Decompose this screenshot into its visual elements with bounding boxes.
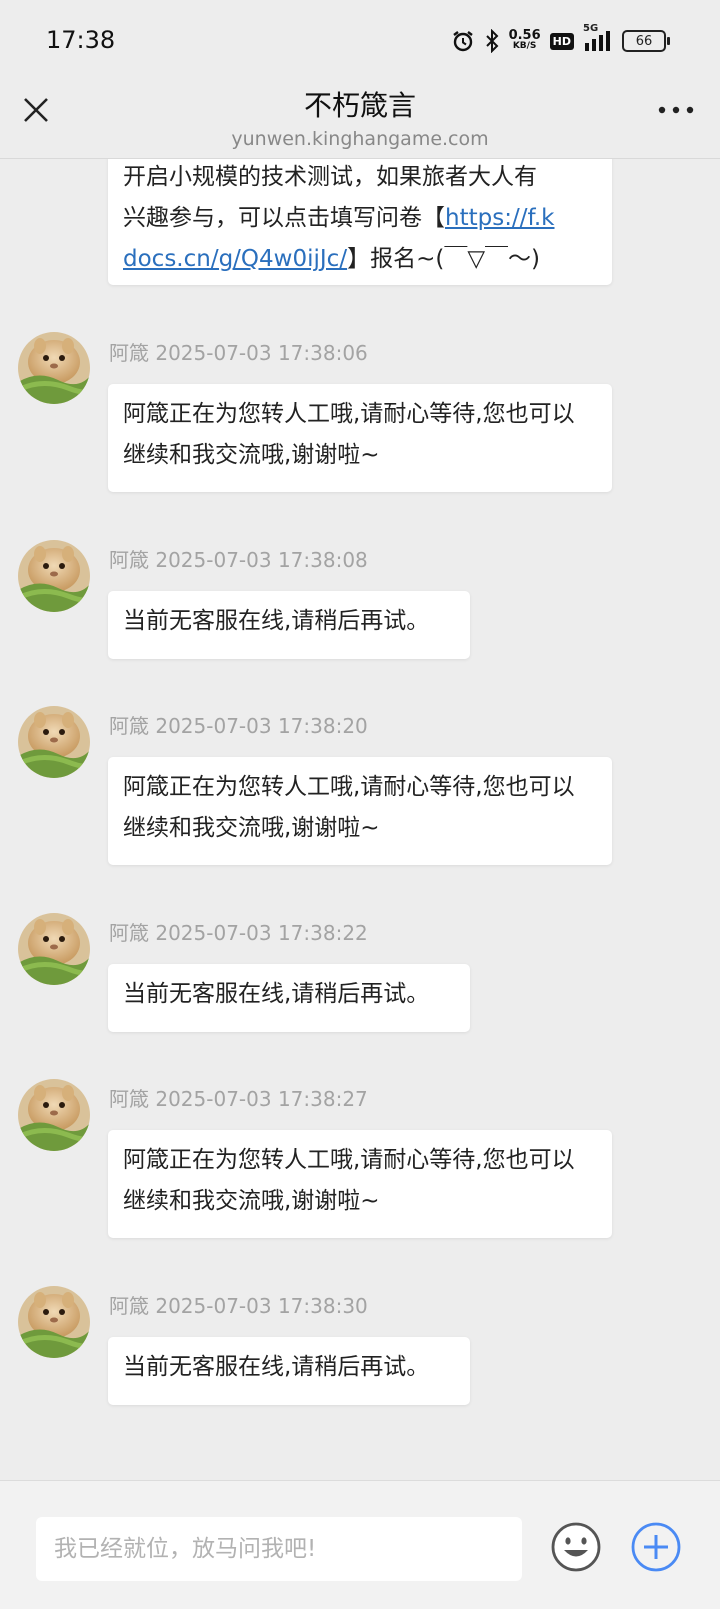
message-timestamp: 2025-07-03 17:38:08 [155, 548, 368, 572]
page-title: 不朽箴言 [303, 89, 416, 122]
status-icons: 0.56 KB/S HD 5G 66 [451, 23, 670, 56]
sender-name: 阿箴 [109, 921, 149, 945]
message-timestamp: 2025-07-03 17:38:27 [155, 1087, 368, 1111]
avatar[interactable] [18, 540, 90, 612]
message-timestamp: 2025-07-03 17:38:22 [155, 921, 368, 945]
bluetooth-icon [484, 29, 500, 53]
sender-name: 阿箴 [109, 548, 149, 572]
message-line: docs.cn/g/Q4w0ijJc/】报名~(￣▽￣～) [123, 239, 596, 280]
survey-link-continued[interactable]: docs.cn/g/Q4w0ijJc/ [123, 246, 347, 272]
network-label: 5G [583, 23, 599, 34]
net-speed-unit: KB/S [512, 41, 537, 51]
message-timestamp: 2025-07-03 17:38:20 [155, 714, 368, 738]
message-text: 阿箴正在为您转人工哦,请耐心等待,您也可以继续和我交流哦,谢谢啦~ [123, 774, 575, 841]
hd-label: HD [552, 34, 571, 48]
message-text: 当前无客服在线,请稍后再试。 [123, 1354, 430, 1380]
avatar[interactable] [18, 706, 90, 778]
message-meta: 阿箴 2025-07-03 17:38:06 [109, 337, 368, 366]
status-time: 17:38 [46, 26, 116, 54]
message-line: 开启小规模的技术测试，如果旅者大人有 [123, 164, 537, 190]
message-bubble: 阿箴正在为您转人工哦,请耐心等待,您也可以继续和我交流哦,谢谢啦~ [108, 384, 612, 492]
header: 不朽箴言 yunwen.kinghangame.com [0, 82, 720, 159]
message-meta: 阿箴 2025-07-03 17:38:08 [109, 544, 368, 573]
message-meta: 阿箴 2025-07-03 17:38:27 [109, 1083, 368, 1112]
battery-icon: 66 [622, 30, 670, 52]
page-subtitle-url: yunwen.kinghangame.com [231, 128, 489, 150]
survey-link[interactable]: https://f.k [445, 205, 555, 231]
avatar[interactable] [18, 1079, 90, 1151]
add-attachment-button[interactable] [630, 1521, 682, 1573]
message-text: 当前无客服在线,请稍后再试。 [123, 608, 430, 634]
more-options-button[interactable] [654, 98, 698, 122]
message-bubble: 阿箴正在为您转人工哦,请耐心等待,您也可以继续和我交流哦,谢谢啦~ [108, 757, 612, 865]
message-text: 阿箴正在为您转人工哦,请耐心等待,您也可以继续和我交流哦,谢谢啦~ [123, 401, 575, 468]
message-bubble: 当前无客服在线,请稍后再试。 [108, 591, 470, 659]
status-bar: 17:38 0.56 KB/S HD 5G 66 [0, 0, 720, 82]
more-dots-icon [658, 106, 694, 114]
avatar[interactable] [18, 913, 90, 985]
title-block: 不朽箴言 yunwen.kinghangame.com [0, 82, 720, 150]
message-timestamp: 2025-07-03 17:38:30 [155, 1294, 368, 1318]
message-bubble: 阿箴正在为您转人工哦,请耐心等待,您也可以继续和我交流哦,谢谢啦~ [108, 1130, 612, 1238]
sender-name: 阿箴 [109, 1087, 149, 1111]
message-line: 兴趣参与，可以点击填写问卷【https://f.k [123, 198, 596, 239]
avatar[interactable] [18, 332, 90, 404]
message-bubble: 当前无客服在线,请稍后再试。 [108, 964, 470, 1032]
close-icon [24, 98, 48, 122]
message-meta: 阿箴 2025-07-03 17:38:20 [109, 710, 368, 739]
message-text: 兴趣参与，可以点击填写问卷【 [123, 205, 445, 231]
sender-name: 阿箴 [109, 1294, 149, 1318]
battery-level: 66 [635, 33, 653, 49]
chat-area[interactable]: 开启小规模的技术测试，如果旅者大人有 兴趣参与，可以点击填写问卷【https:/… [0, 159, 720, 1479]
message-text: 阿箴正在为您转人工哦,请耐心等待,您也可以继续和我交流哦,谢谢啦~ [123, 1147, 575, 1214]
signal-icon: 5G [583, 23, 613, 53]
sender-name: 阿箴 [109, 341, 149, 365]
net-speed: 0.56 KB/S [508, 28, 541, 51]
hd-icon: HD [549, 32, 574, 50]
message-bubble: 当前无客服在线,请稍后再试。 [108, 1337, 470, 1405]
input-bar [0, 1480, 720, 1609]
plus-icon [631, 1522, 681, 1572]
message-input[interactable] [36, 1517, 522, 1581]
message-timestamp: 2025-07-03 17:38:06 [155, 341, 368, 365]
emoji-button[interactable] [550, 1521, 602, 1573]
net-speed-value: 0.56 [508, 28, 541, 43]
message-text: 】报名~(￣▽￣～) [347, 246, 540, 272]
avatar[interactable] [18, 1286, 90, 1358]
sender-name: 阿箴 [109, 714, 149, 738]
message-text: 当前无客服在线,请稍后再试。 [123, 981, 430, 1007]
close-button[interactable] [18, 92, 54, 128]
message-meta: 阿箴 2025-07-03 17:38:30 [109, 1290, 368, 1319]
alarm-icon [451, 29, 475, 53]
message-bubble-partial: 开启小规模的技术测试，如果旅者大人有 兴趣参与，可以点击填写问卷【https:/… [108, 159, 612, 285]
message-meta: 阿箴 2025-07-03 17:38:22 [109, 917, 368, 946]
emoji-icon [551, 1522, 601, 1572]
